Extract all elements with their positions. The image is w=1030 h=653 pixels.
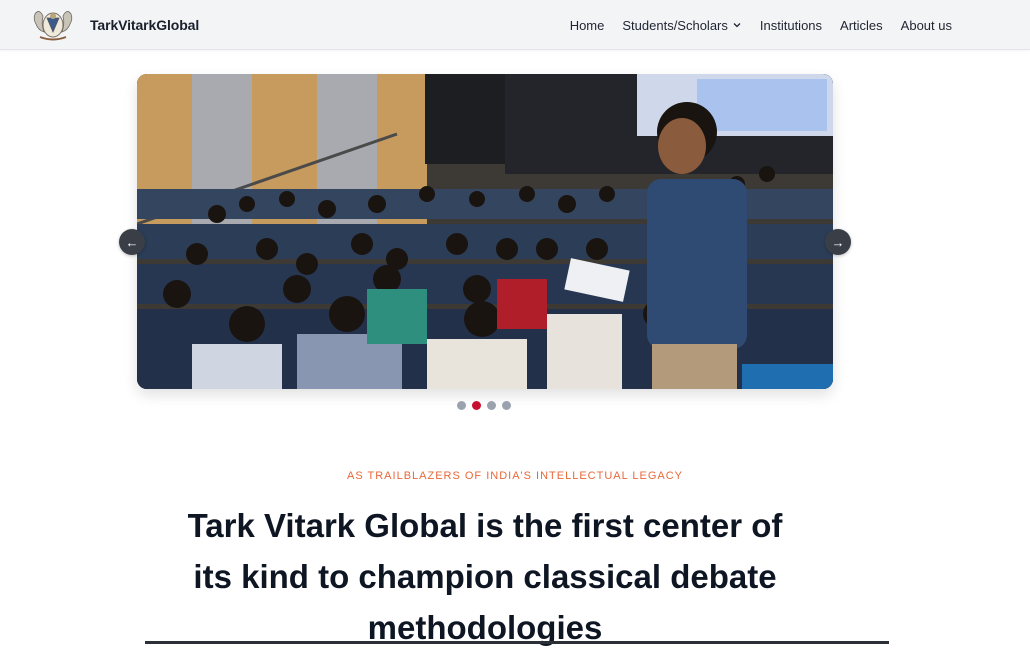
nav-institutions[interactable]: Institutions bbox=[760, 18, 822, 33]
site-header: TarkVitarkGlobal Home Students/Scholars … bbox=[0, 0, 1030, 50]
carousel-indicators bbox=[457, 401, 511, 410]
nav-home[interactable]: Home bbox=[570, 18, 605, 33]
brand-name: TarkVitarkGlobal bbox=[90, 17, 200, 33]
hero-carousel bbox=[137, 74, 833, 389]
carousel-prev-button[interactable]: ← bbox=[119, 229, 145, 255]
nav-articles-label: Articles bbox=[840, 17, 883, 33]
nav-students-label: Students/Scholars bbox=[622, 17, 728, 33]
carousel-next-button[interactable]: → bbox=[825, 229, 851, 255]
nav-institutions-label: Institutions bbox=[759, 17, 823, 33]
lecture-hall-photo bbox=[137, 74, 833, 389]
arrow-right-icon: → bbox=[831, 234, 845, 250]
arrow-left-icon: ← bbox=[125, 234, 139, 250]
nav-articles[interactable]: Articles bbox=[840, 18, 883, 33]
hero-eyebrow: AS TRAILBLAZERS OF INDIA'S INTELLECTUAL … bbox=[346, 470, 684, 482]
carousel-dot-1[interactable] bbox=[457, 401, 466, 410]
carousel-dot-2-active[interactable] bbox=[472, 401, 481, 410]
main-nav: Home Students/Scholars Institutions Arti… bbox=[570, 0, 952, 50]
nav-about-us[interactable]: About us bbox=[901, 18, 952, 33]
chevron-down-icon bbox=[733, 23, 741, 28]
nav-students-scholars[interactable]: Students/Scholars bbox=[622, 18, 742, 33]
crest-logo-icon bbox=[33, 11, 73, 41]
hero-headline: Tark Vitark Global is the first center o… bbox=[187, 507, 783, 646]
nav-about-label: About us bbox=[900, 17, 952, 33]
carousel-dot-4[interactable] bbox=[502, 401, 511, 410]
carousel-dot-3[interactable] bbox=[487, 401, 496, 410]
nav-home-label: Home bbox=[569, 17, 605, 33]
brand-home-link[interactable]: TarkVitarkGlobal bbox=[30, 6, 199, 44]
